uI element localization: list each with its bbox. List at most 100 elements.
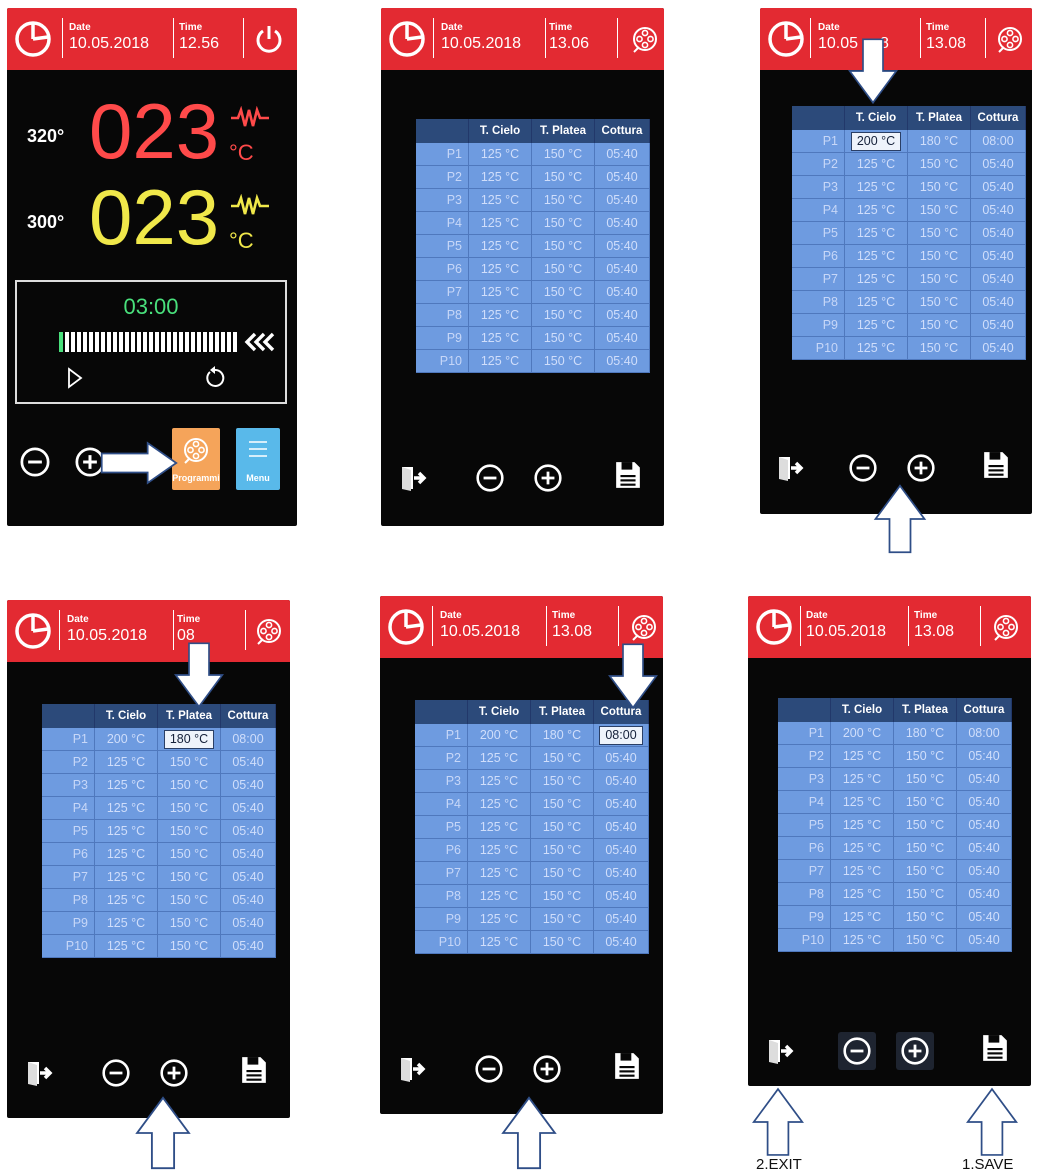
table-row[interactable]: P1 200 °C 180 °C 08:00 bbox=[42, 728, 276, 751]
table-cell[interactable]: 150 °C bbox=[530, 815, 594, 839]
table-cell[interactable]: 150 °C bbox=[531, 257, 595, 281]
table-cell[interactable]: 125 °C bbox=[830, 790, 894, 814]
table-row[interactable]: P6 125 °C 150 °C 05:40 bbox=[42, 842, 276, 866]
table-cell[interactable]: 150 °C bbox=[893, 744, 957, 768]
table-cell[interactable]: 150 °C bbox=[531, 165, 595, 189]
table-cell[interactable]: 08:00 bbox=[970, 130, 1026, 153]
table-cell[interactable]: 08:00 bbox=[593, 724, 649, 747]
table-cell[interactable]: 05:40 bbox=[220, 888, 276, 912]
table-cell[interactable]: 150 °C bbox=[531, 188, 595, 212]
plus-button[interactable] bbox=[155, 1054, 193, 1092]
table-row[interactable]: P7 125 °C 150 °C 05:40 bbox=[415, 861, 649, 885]
table-cell[interactable]: 150 °C bbox=[530, 792, 594, 816]
table-row[interactable]: P3 125 °C 150 °C 05:40 bbox=[416, 188, 650, 212]
table-cell[interactable]: 150 °C bbox=[157, 842, 221, 866]
save-icon[interactable] bbox=[981, 1032, 1009, 1064]
table-row[interactable]: P1 125 °C 150 °C 05:40 bbox=[416, 143, 650, 166]
timer-value[interactable]: 03:00 bbox=[17, 294, 285, 320]
table-cell[interactable]: 150 °C bbox=[157, 796, 221, 820]
table-cell[interactable]: 150 °C bbox=[907, 290, 971, 314]
clock-icon[interactable] bbox=[13, 611, 53, 651]
play-icon[interactable] bbox=[67, 367, 83, 389]
table-cell[interactable]: 05:40 bbox=[956, 790, 1012, 814]
exit-icon[interactable] bbox=[776, 453, 804, 483]
exit-icon[interactable] bbox=[25, 1058, 53, 1088]
minus-button[interactable] bbox=[837, 1032, 876, 1070]
table-row[interactable]: P4 125 °C 150 °C 05:40 bbox=[42, 796, 276, 820]
table-cell[interactable]: 125 °C bbox=[94, 888, 158, 912]
power-icon[interactable] bbox=[253, 23, 285, 55]
table-row[interactable]: P2 125 °C 150 °C 05:40 bbox=[778, 744, 1012, 768]
table-cell[interactable]: 150 °C bbox=[530, 746, 594, 770]
table-cell[interactable]: 05:40 bbox=[956, 744, 1012, 768]
progress-bar[interactable] bbox=[59, 332, 237, 352]
table-cell[interactable]: 150 °C bbox=[530, 884, 594, 908]
table-row[interactable]: P9 125 °C 150 °C 05:40 bbox=[416, 326, 650, 350]
table-row[interactable]: P7 125 °C 150 °C 05:40 bbox=[42, 865, 276, 889]
table-cell[interactable]: 150 °C bbox=[893, 859, 957, 883]
programs-icon[interactable] bbox=[990, 611, 1022, 643]
table-cell[interactable]: 125 °C bbox=[468, 257, 532, 281]
table-cell[interactable]: 125 °C bbox=[468, 280, 532, 304]
table-row[interactable]: P9 125 °C 150 °C 05:40 bbox=[415, 907, 649, 931]
table-cell[interactable]: 150 °C bbox=[157, 819, 221, 843]
table-cell[interactable]: 180 °C bbox=[157, 728, 221, 751]
table-cell[interactable]: 05:40 bbox=[593, 792, 649, 816]
table-cell[interactable]: 150 °C bbox=[157, 750, 221, 774]
table-cell[interactable]: 125 °C bbox=[94, 934, 158, 958]
table-cell[interactable]: 150 °C bbox=[893, 836, 957, 860]
table-cell[interactable]: 125 °C bbox=[467, 884, 531, 908]
table-cell[interactable]: 05:40 bbox=[594, 326, 650, 350]
reset-icon[interactable] bbox=[203, 366, 227, 390]
table-cell[interactable]: 125 °C bbox=[830, 767, 894, 791]
table-cell[interactable]: 150 °C bbox=[530, 861, 594, 885]
selected-value[interactable]: 200 °C bbox=[850, 131, 902, 151]
table-cell[interactable]: 200 °C bbox=[830, 722, 894, 745]
minus-button[interactable] bbox=[471, 459, 509, 497]
exit-icon[interactable] bbox=[766, 1036, 794, 1066]
table-cell[interactable]: 125 °C bbox=[844, 175, 908, 199]
table-row[interactable]: P5 125 °C 150 °C 05:40 bbox=[415, 815, 649, 839]
save-icon[interactable] bbox=[240, 1054, 268, 1086]
table-cell[interactable]: 05:40 bbox=[593, 861, 649, 885]
table-cell[interactable]: 125 °C bbox=[844, 221, 908, 245]
table-cell[interactable]: 05:40 bbox=[594, 143, 650, 166]
table-cell[interactable]: 05:40 bbox=[220, 750, 276, 774]
table-cell[interactable]: 125 °C bbox=[844, 290, 908, 314]
table-cell[interactable]: 05:40 bbox=[593, 930, 649, 954]
table-cell[interactable]: 125 °C bbox=[94, 842, 158, 866]
table-cell[interactable]: 125 °C bbox=[844, 198, 908, 222]
lower-setpoint[interactable]: 300° bbox=[27, 212, 64, 233]
table-cell[interactable]: 150 °C bbox=[893, 813, 957, 837]
table-cell[interactable]: 05:40 bbox=[594, 257, 650, 281]
table-row[interactable]: P4 125 °C 150 °C 05:40 bbox=[415, 792, 649, 816]
table-cell[interactable]: 05:40 bbox=[593, 884, 649, 908]
table-row[interactable]: P8 125 °C 150 °C 05:40 bbox=[792, 290, 1026, 314]
table-cell[interactable]: 125 °C bbox=[844, 313, 908, 337]
table-cell[interactable]: 125 °C bbox=[94, 773, 158, 797]
table-cell[interactable]: 150 °C bbox=[157, 888, 221, 912]
table-cell[interactable]: 125 °C bbox=[468, 211, 532, 235]
table-cell[interactable]: 125 °C bbox=[830, 859, 894, 883]
table-cell[interactable]: 125 °C bbox=[830, 882, 894, 906]
table-cell[interactable]: 150 °C bbox=[907, 336, 971, 360]
table-cell[interactable]: 05:40 bbox=[970, 290, 1026, 314]
table-cell[interactable]: 05:40 bbox=[956, 928, 1012, 952]
table-row[interactable]: P7 125 °C 150 °C 05:40 bbox=[778, 859, 1012, 883]
table-cell[interactable]: 05:40 bbox=[220, 934, 276, 958]
table-cell[interactable]: 05:40 bbox=[956, 859, 1012, 883]
table-row[interactable]: P8 125 °C 150 °C 05:40 bbox=[416, 303, 650, 327]
table-cell[interactable]: 150 °C bbox=[531, 234, 595, 258]
table-cell[interactable]: 05:40 bbox=[220, 842, 276, 866]
table-cell[interactable]: 180 °C bbox=[530, 724, 594, 747]
table-cell[interactable]: 125 °C bbox=[94, 911, 158, 935]
save-icon[interactable] bbox=[614, 459, 642, 491]
table-cell[interactable]: 125 °C bbox=[468, 303, 532, 327]
clock-icon[interactable] bbox=[386, 607, 426, 647]
table-cell[interactable]: 05:40 bbox=[970, 198, 1026, 222]
table-cell[interactable]: 150 °C bbox=[531, 143, 595, 166]
table-cell[interactable]: 125 °C bbox=[830, 836, 894, 860]
table-row[interactable]: P5 125 °C 150 °C 05:40 bbox=[42, 819, 276, 843]
clock-icon[interactable] bbox=[387, 19, 427, 59]
programs-icon[interactable] bbox=[629, 23, 661, 55]
